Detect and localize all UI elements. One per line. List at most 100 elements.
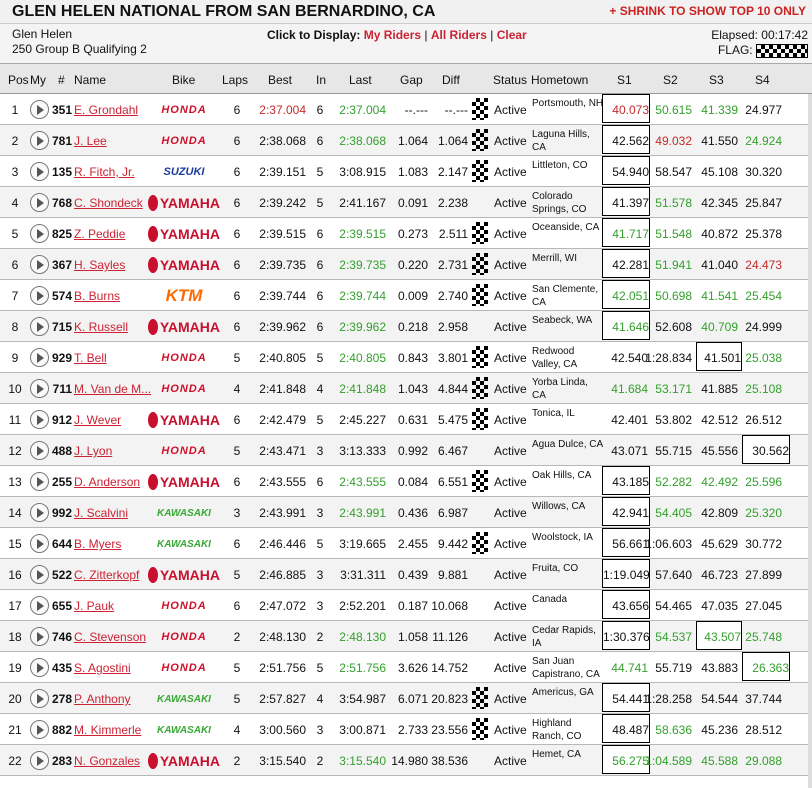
expand-rider-button[interactable] <box>30 596 49 615</box>
header-pos[interactable]: Pos <box>8 73 29 87</box>
table-row[interactable]: 7 574 B. Burns KTM 6 2:39.744 6 2:39.744 0.009 2.… <box>0 280 812 311</box>
rider-name-link[interactable]: J. Lee <box>74 134 107 148</box>
rider-name-link[interactable]: Z. Peddie <box>74 227 125 241</box>
header-hometown[interactable]: Hometown <box>531 73 588 87</box>
header-bike[interactable]: Bike <box>172 73 195 87</box>
kawasaki-logo-icon: KAWASAKI <box>148 504 220 522</box>
rider-name-link[interactable]: E. Grondahl <box>74 103 138 117</box>
table-row[interactable]: 8 715 K. Russell YAMAHA 6 2:39.962 6 2:39.962 0.… <box>0 311 812 342</box>
table-row[interactable]: 10 711 M. Van de M... HONDA 4 2:41.848 4 2:41.8… <box>0 373 812 404</box>
header-s1[interactable]: S1 <box>617 73 632 87</box>
expand-rider-button[interactable] <box>30 100 49 119</box>
expand-rider-button[interactable] <box>30 286 49 305</box>
all-riders-link[interactable]: All Riders <box>431 28 487 42</box>
table-row[interactable]: 19 435 S. Agostini HONDA 5 2:51.756 5 2:51.756 3… <box>0 652 812 683</box>
expand-rider-button[interactable] <box>30 565 49 584</box>
table-row[interactable]: 14 992 J. Scalvini KAWASAKI 3 2:43.991 3 2:43.9… <box>0 497 812 528</box>
table-row[interactable]: 2 781 J. Lee HONDA 6 2:38.068 6 2:38.068 1.064 1.… <box>0 125 812 156</box>
diff: 14.752 <box>431 661 468 675</box>
table-row[interactable]: 15 644 B. Myers KAWASAKI 6 2:46.446 5 3:19.665 2… <box>0 528 812 559</box>
best-lap-in: 5 <box>316 661 324 675</box>
header-last[interactable]: Last <box>349 73 372 87</box>
clear-link[interactable]: Clear <box>497 28 527 42</box>
table-row[interactable]: 3 135 R. Fitch, Jr. SUZUKI 6 2:39.151 5 3:08.91… <box>0 156 812 187</box>
vertical-scrollbar[interactable] <box>808 94 812 788</box>
honda-logo-icon: HONDA <box>148 597 220 615</box>
table-row[interactable]: 11 912 J. Wever YAMAHA 6 2:42.479 5 2:45.227 0.6… <box>0 404 812 435</box>
expand-rider-button[interactable] <box>30 534 49 553</box>
expand-rider-button[interactable] <box>30 255 49 274</box>
expand-rider-button[interactable] <box>30 472 49 491</box>
rider-name-link[interactable]: M. Van de M... <box>74 382 151 396</box>
header-s3[interactable]: S3 <box>709 73 724 87</box>
table-row[interactable]: 12 488 J. Lyon HONDA 5 2:43.471 3 3:13.333 0.992… <box>0 435 812 466</box>
table-row[interactable]: 21 882 M. Kimmerle KAWASAKI 4 3:00.560 3 3:00.8… <box>0 714 812 745</box>
header-best[interactable]: Best <box>268 73 292 87</box>
expand-rider-button[interactable] <box>30 162 49 181</box>
header-num[interactable]: # <box>58 73 65 87</box>
expand-rider-button[interactable] <box>30 503 49 522</box>
table-row[interactable]: 5 825 Z. Peddie YAMAHA 6 2:39.515 6 2:39.515 0.2… <box>0 218 812 249</box>
header-s2[interactable]: S2 <box>663 73 678 87</box>
rider-name-link[interactable]: D. Anderson <box>74 475 140 489</box>
header-gap[interactable]: Gap <box>400 73 423 87</box>
table-row[interactable]: 22 283 N. Gonzales YAMAHA 2 3:15.540 2 3:15.540… <box>0 745 812 776</box>
rider-name-link[interactable]: N. Gonzales <box>74 754 140 768</box>
expand-rider-button[interactable] <box>30 720 49 739</box>
rider-name-link[interactable]: J. Scalvini <box>74 506 128 520</box>
rider-name-link[interactable]: K. Russell <box>74 320 128 334</box>
expand-rider-button[interactable] <box>30 658 49 677</box>
rider-name-link[interactable]: S. Agostini <box>74 661 131 675</box>
rider-name-link[interactable]: C. Zitterkopf <box>74 568 139 582</box>
rider-name-link[interactable]: C. Stevenson <box>74 630 146 644</box>
expand-rider-button[interactable] <box>30 348 49 367</box>
expand-rider-button[interactable] <box>30 131 49 150</box>
expand-rider-button[interactable] <box>30 441 49 460</box>
yamaha-emblem-icon <box>148 474 158 490</box>
rider-name-link[interactable]: J. Wever <box>74 413 121 427</box>
my-riders-link[interactable]: My Riders <box>364 28 421 42</box>
expand-rider-button[interactable] <box>30 627 49 646</box>
header-diff[interactable]: Diff <box>442 73 460 87</box>
expand-rider-button[interactable] <box>30 224 49 243</box>
rider-name-link[interactable]: J. Pauk <box>74 599 114 613</box>
segment-s4: 25.108 <box>745 382 782 396</box>
segment-s2: 1:04.589 <box>645 754 692 768</box>
expand-rider-button[interactable] <box>30 317 49 336</box>
best-lap: 2:48.130 <box>259 630 306 644</box>
expand-rider-button[interactable] <box>30 751 49 770</box>
header-in[interactable]: In <box>316 73 326 87</box>
expand-rider-button[interactable] <box>30 410 49 429</box>
table-row[interactable]: 4 768 C. Shondeck YAMAHA 6 2:39.242 5 2:41.167 0… <box>0 187 812 218</box>
rider-name-link[interactable]: M. Kimmerle <box>74 723 141 737</box>
rider-name-link[interactable]: R. Fitch, Jr. <box>74 165 135 179</box>
segment-s4: 30.562 <box>742 435 790 464</box>
table-row[interactable]: 6 367 H. Sayles YAMAHA 6 2:39.735 6 2:39.735 0.2… <box>0 249 812 280</box>
rider-name-link[interactable]: C. Shondeck <box>74 196 143 210</box>
table-row[interactable]: 18 746 C. Stevenson HONDA 2 2:48.130 2 2:48.130… <box>0 621 812 652</box>
header-laps[interactable]: Laps <box>222 73 248 87</box>
expand-rider-button[interactable] <box>30 193 49 212</box>
table-row[interactable]: 20 278 P. Anthony KAWASAKI 5 2:57.827 4 3:54.98… <box>0 683 812 714</box>
table-row[interactable]: 13 255 D. Anderson YAMAHA 6 2:43.555 6 2:43.555… <box>0 466 812 497</box>
shrink-top10-link[interactable]: + SHRINK TO SHOW TOP 10 ONLY <box>609 4 806 18</box>
header-name[interactable]: Name <box>74 73 106 87</box>
header-s4[interactable]: S4 <box>755 73 770 87</box>
rider-name-link[interactable]: P. Anthony <box>74 692 131 706</box>
rider-name-link[interactable]: J. Lyon <box>74 444 112 458</box>
header-status[interactable]: Status <box>493 73 527 87</box>
diff: 2.731 <box>437 258 468 272</box>
segment-s3: 54.544 <box>701 692 738 706</box>
rider-name-link[interactable]: H. Sayles <box>74 258 125 272</box>
table-row[interactable]: 1 351 E. Grondahl HONDA 6 2:37.004 6 2:37.004 --… <box>0 94 812 125</box>
table-row[interactable]: 16 522 C. Zitterkopf YAMAHA 5 2:46.885 3 3:31.3… <box>0 559 812 590</box>
expand-rider-button[interactable] <box>30 379 49 398</box>
bike-brand: YAMAHA <box>159 226 220 242</box>
table-row[interactable]: 17 655 J. Pauk HONDA 6 2:47.072 3 2:52.201 0.187… <box>0 590 812 621</box>
table-row[interactable]: 9 929 T. Bell HONDA 5 2:40.805 5 2:40.805 0.843 3… <box>0 342 812 373</box>
rider-name-link[interactable]: T. Bell <box>74 351 107 365</box>
expand-rider-button[interactable] <box>30 689 49 708</box>
rider-name-link[interactable]: B. Burns <box>74 289 120 303</box>
rider-name-link[interactable]: B. Myers <box>74 537 121 551</box>
diff: 4.844 <box>437 382 468 396</box>
